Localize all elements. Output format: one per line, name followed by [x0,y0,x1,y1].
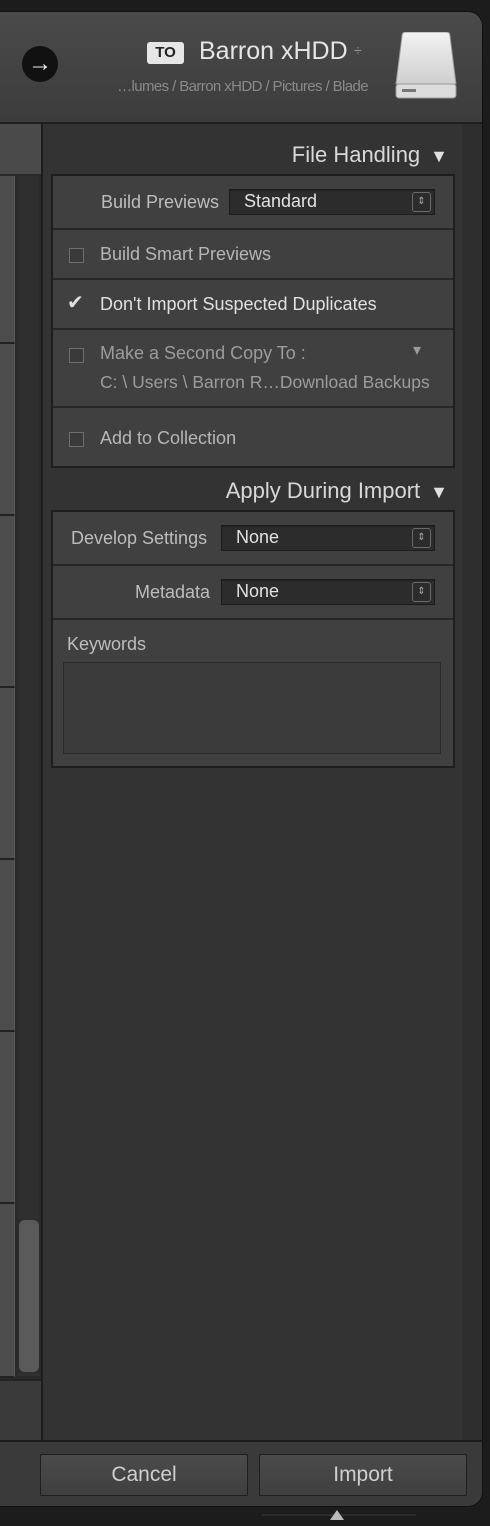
second-copy-label[interactable]: Make a Second Copy To : [100,343,306,364]
collapse-triangle-icon[interactable]: ▼ [430,146,448,166]
second-copy-row: Make a Second Copy To : C: \ Users \ Bar… [53,330,453,408]
build-previews-label: Build Previews [101,192,220,212]
build-smart-previews-label[interactable]: Build Smart Previews [100,244,271,265]
thumbnail-grid-edge [0,124,43,1442]
develop-settings-label: Develop Settings [71,528,208,548]
file-handling-header[interactable]: File Handling ▼ [292,142,448,168]
size-slider-knob[interactable] [330,1510,344,1520]
thumbnail-cell[interactable] [0,344,15,516]
thumbnail-cell[interactable] [0,1204,15,1378]
metadata-row: Metadata None ⇕ [53,566,453,620]
checkmark-icon[interactable]: ✔ [67,290,84,315]
build-smart-previews-row: Build Smart Previews [53,230,453,280]
develop-settings-row: Develop Settings None ⇕ [53,512,453,566]
import-settings-panel: File Handling ▼ Build Previews Standard ⇕… [43,124,460,1440]
section-title: File Handling [291,142,421,167]
develop-settings-value: None [236,527,280,547]
grid-footer [0,1379,41,1442]
metadata-label: Metadata [135,582,211,602]
to-badge: TO [147,42,184,64]
arrow-right-icon[interactable]: → [22,46,58,82]
cancel-button[interactable]: Cancel [40,1454,248,1496]
thumbnail-cell[interactable] [0,688,15,860]
destination-name[interactable]: Barron xHDD [199,37,348,66]
thumbnail-cell[interactable] [0,860,15,1032]
import-button[interactable]: Import [259,1454,467,1496]
build-previews-select[interactable]: Standard ⇕ [229,189,435,215]
metadata-select[interactable]: None ⇕ [221,579,435,605]
hard-drive-icon [395,32,457,99]
chevron-down-icon[interactable]: ▾ [413,340,421,360]
section-title: Apply During Import [225,478,421,503]
dont-import-duplicates-label[interactable]: Don't Import Suspected Duplicates [100,294,377,315]
second-copy-path: C: \ Users \ Barron R…Download Backups [100,372,430,392]
apply-during-import-header[interactable]: Apply During Import ▼ [226,478,448,504]
updown-stepper-icon: ⇕ [412,582,431,602]
build-previews-row: Build Previews Standard ⇕ [53,176,453,230]
add-to-collection-checkbox[interactable] [69,432,84,447]
updown-stepper-icon: ⇕ [412,192,431,212]
keywords-input[interactable] [63,662,441,754]
dont-import-duplicates-row: ✔ Don't Import Suspected Duplicates [53,280,453,330]
thumbnail-cell[interactable] [0,516,15,688]
metadata-value: None [236,581,280,601]
collapse-triangle-icon[interactable]: ▼ [430,482,448,502]
import-dialog: → TO Barron xHDD ÷ …lumes / Barron xHDD … [0,12,482,1506]
keywords-label: Keywords [67,634,147,654]
keywords-row: Keywords [53,620,453,766]
add-to-collection-row: Add to Collection [53,408,453,466]
apply-during-import-section: Develop Settings None ⇕ Metadata None ⇕ … [51,510,455,768]
grid-toolbar [0,124,41,174]
build-previews-value: Standard [244,191,318,211]
thumbnail-cell[interactable] [0,176,15,344]
destination-path: …lumes / Barron xHDD / Pictures / Blade [117,78,368,95]
add-to-collection-label[interactable]: Add to Collection [100,428,236,449]
build-smart-previews-checkbox[interactable] [69,248,84,263]
thumbnail-cell[interactable] [0,1032,15,1204]
develop-settings-select[interactable]: None ⇕ [221,525,435,551]
dialog-footer: Cancel Import [0,1440,482,1506]
chevron-updown-icon[interactable]: ÷ [354,42,362,58]
destination-header: → TO Barron xHDD ÷ …lumes / Barron xHDD … [0,12,482,124]
second-copy-checkbox[interactable] [69,348,84,363]
grid-scrollbar-thumb[interactable] [19,1220,39,1372]
panel-scrollbar[interactable] [462,124,482,1440]
file-handling-section: Build Previews Standard ⇕ Build Smart Pr… [51,174,455,468]
updown-stepper-icon: ⇕ [412,528,431,548]
grid-scrollbar-track[interactable] [19,176,39,1376]
